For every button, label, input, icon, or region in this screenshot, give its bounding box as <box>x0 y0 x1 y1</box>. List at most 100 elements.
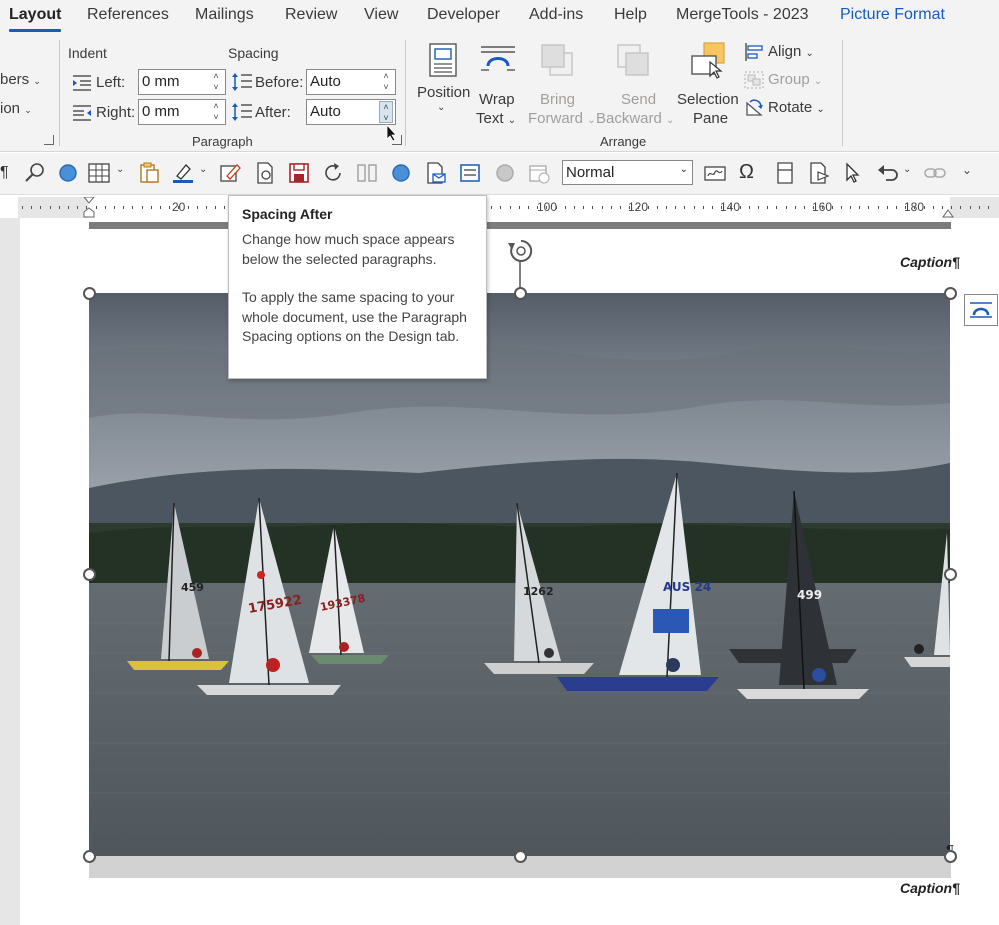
search-icon[interactable] <box>24 162 46 184</box>
ruler-tick <box>960 206 962 209</box>
style-dropdown-value: Normal <box>566 164 615 181</box>
calendar-icon[interactable] <box>528 162 550 184</box>
ruler-tick <box>40 206 42 209</box>
resize-handle-bottom[interactable] <box>514 850 527 863</box>
ruler-tick <box>794 206 796 209</box>
bring-forward-button[interactable]: Bring Forward ⌄ <box>524 40 596 130</box>
tab-references[interactable]: References <box>87 6 169 24</box>
link-icon[interactable] <box>924 162 946 184</box>
position-button[interactable]: Position ⌄ <box>412 40 472 130</box>
group-button[interactable]: Group ⌄ <box>744 70 834 92</box>
highlight-icon[interactable] <box>172 162 194 184</box>
selected-picture[interactable]: 459 175922 193378 1262 AUS 24 499 <box>89 293 950 856</box>
spacing-after-value: Auto <box>310 103 341 120</box>
numbering-button-partial[interactable]: bers ⌄ <box>0 71 41 88</box>
shape-fill-icon[interactable] <box>57 162 79 184</box>
group-separator <box>842 40 843 146</box>
align-icon <box>745 43 763 61</box>
previous-image-edge <box>89 222 951 229</box>
tab-developer[interactable]: Developer <box>427 6 500 24</box>
text-box-icon[interactable] <box>459 162 481 184</box>
indent-left-label: Left: <box>96 74 126 91</box>
shape-outline-icon[interactable] <box>390 162 412 184</box>
rotate-button[interactable]: Rotate ⌄ <box>744 98 834 120</box>
mail-merge-icon[interactable] <box>425 162 447 184</box>
sail-number-text: 1262 <box>523 585 554 598</box>
tab-help[interactable]: Help <box>614 6 647 24</box>
ruler-tick <box>150 206 152 209</box>
paragraph-settings-launcher[interactable] <box>392 135 402 145</box>
paste-icon[interactable] <box>138 162 160 184</box>
chevron-down-icon: ⌄ <box>679 164 688 175</box>
ruler-tick <box>914 206 916 209</box>
columns-icon[interactable] <box>356 162 378 184</box>
pilcrow-icon[interactable]: ¶ <box>0 164 9 182</box>
style-dropdown[interactable]: Normal ⌄ <box>562 160 693 185</box>
page-setup-launcher[interactable] <box>44 135 54 145</box>
layout-options-button[interactable] <box>964 294 998 326</box>
spacing-before-spinner[interactable]: Auto ˄ ˅ <box>306 69 396 95</box>
chevron-down-icon[interactable]: ⌄ <box>903 164 911 175</box>
ruler-tick <box>555 206 557 209</box>
customize-toolbar-icon[interactable]: ⌄ <box>962 163 972 177</box>
signature-icon[interactable] <box>704 162 726 184</box>
spacing-before-icon <box>232 73 252 91</box>
tab-mergetools[interactable]: MergeTools - 2023 <box>676 6 809 24</box>
edit-picture-icon[interactable] <box>219 162 241 184</box>
wrap-text-label-2: Text ⌄ <box>476 110 517 127</box>
effects-icon[interactable] <box>494 162 516 184</box>
horizontal-ruler[interactable]: 20 100 120 140 160 180 <box>18 197 999 218</box>
tab-mailings[interactable]: Mailings <box>195 6 254 24</box>
omega-symbol-icon[interactable]: Ω <box>739 161 754 184</box>
spinner-arrows-icon[interactable]: ˄ ˅ <box>379 71 393 93</box>
send-backward-button[interactable]: Send Backward ⌄ <box>596 40 674 130</box>
right-indent-marker-icon[interactable] <box>942 206 954 218</box>
resize-handle-bottom-right[interactable] <box>944 850 957 863</box>
selection-pane-button[interactable]: Selection Pane <box>676 40 742 130</box>
resize-handle-right[interactable] <box>944 568 957 581</box>
caption-text[interactable]: Caption¶ <box>900 254 960 270</box>
tab-view[interactable]: View <box>364 6 398 24</box>
ruler-tick <box>114 206 115 209</box>
refresh-icon[interactable] <box>322 162 344 184</box>
resize-handle-top[interactable] <box>514 287 527 300</box>
spinner-arrows-icon[interactable]: ˄ ˅ <box>209 71 223 93</box>
hyphenation-button-partial[interactable]: ion ⌄ <box>0 100 32 117</box>
ruler-tick <box>675 206 677 209</box>
align-button[interactable]: Align ⌄ <box>744 42 834 64</box>
resize-handle-top-right[interactable] <box>944 287 957 300</box>
print-preview-icon[interactable] <box>254 162 276 184</box>
tab-add-ins[interactable]: Add-ins <box>529 6 583 24</box>
select-cursor-icon[interactable] <box>842 162 864 184</box>
tooltip-help-text: To apply the same spacing to your whole … <box>242 289 467 344</box>
chevron-down-icon[interactable]: ⌄ <box>116 164 124 175</box>
spinner-arrows-icon[interactable]: ˄ ˅ <box>209 101 223 123</box>
tab-picture-format[interactable]: Picture Format <box>840 6 945 24</box>
chevron-down-icon[interactable]: ⌄ <box>199 164 207 175</box>
resize-handle-top-left[interactable] <box>83 287 96 300</box>
tab-review[interactable]: Review <box>285 6 337 24</box>
ruler-tick <box>684 206 686 209</box>
caption-text[interactable]: Caption¶ <box>900 880 960 896</box>
wrap-text-button[interactable]: Wrap Text ⌄ <box>474 40 522 130</box>
rotate-handle-icon[interactable] <box>505 238 537 294</box>
ruler-tick <box>574 206 575 209</box>
layout-options-icon <box>970 302 992 318</box>
ruler-tick <box>583 206 585 209</box>
spacing-after-spinner[interactable]: Auto ˄ ˅ <box>306 99 396 125</box>
resize-handle-bottom-left[interactable] <box>83 850 96 863</box>
undo-icon[interactable] <box>876 162 898 184</box>
indent-marker-icon[interactable] <box>83 197 95 218</box>
indent-left-spinner[interactable]: 0 mm ˄ ˅ <box>138 69 226 95</box>
ruler-tick <box>132 206 134 209</box>
spinner-down-arrow-icon[interactable]: ˄ ˅ <box>379 101 393 123</box>
table-icon[interactable] <box>88 162 110 184</box>
ruler-tick <box>629 206 631 209</box>
indent-right-spinner[interactable]: 0 mm ˄ ˅ <box>138 99 226 125</box>
resize-handle-left[interactable] <box>83 568 96 581</box>
document-export-icon[interactable] <box>808 162 830 184</box>
spacing-before-label: Before: <box>255 74 304 91</box>
save-icon[interactable] <box>288 162 310 184</box>
tab-layout[interactable]: Layout <box>9 6 61 24</box>
page-break-icon[interactable] <box>774 162 796 184</box>
